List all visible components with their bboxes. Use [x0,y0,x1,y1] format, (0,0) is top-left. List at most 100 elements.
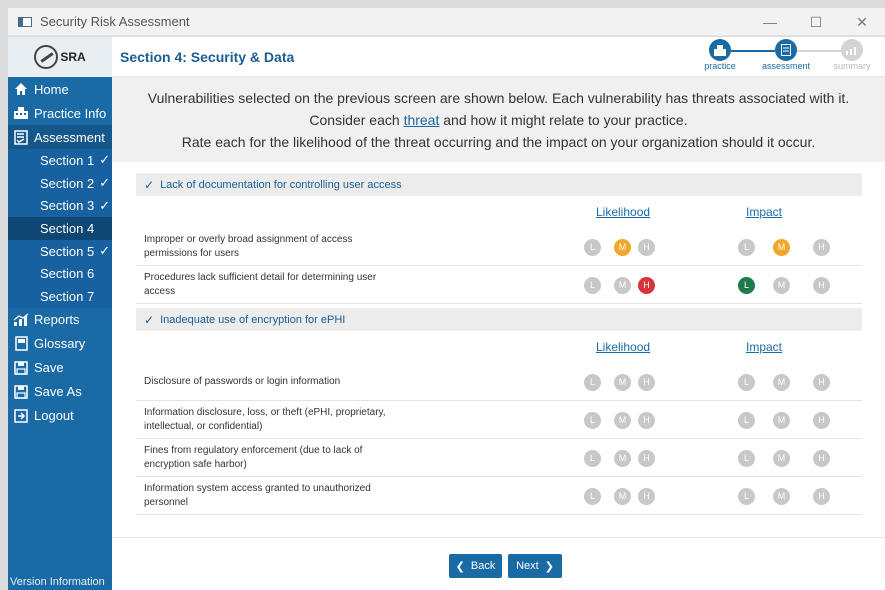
sidebar-item-label: Save As [34,384,82,400]
building-icon [13,105,29,121]
sidebar-item-home[interactable]: Home [8,77,112,101]
main-panel: Section 4: Security & Data practice asse… [112,37,885,590]
likelihood-medium-button[interactable]: M [614,276,631,294]
likelihood-medium-button[interactable]: M [614,411,631,429]
threat-description: Information system access granted to una… [144,483,371,508]
impact-high-button[interactable]: H [813,449,830,467]
sidebar-item-save[interactable]: Save [8,356,112,380]
check-icon: ✓ [144,312,155,327]
impact-high-button[interactable]: H [813,373,830,391]
likelihood-header[interactable]: Likelihood [596,340,650,354]
sidebar-item-logout[interactable]: Logout [8,404,112,428]
building-icon [709,39,731,61]
sidebar-item-reports[interactable]: Reports [8,308,112,332]
step-practice[interactable]: practice [687,39,775,71]
book-icon [13,336,29,352]
checklist-icon [775,39,797,61]
column-headers: Likelihood Impact [136,196,862,228]
vulnerability-header[interactable]: ✓ Lack of documentation for controlling u… [136,173,862,196]
impact-header[interactable]: Impact [746,340,782,354]
impact-high-button[interactable]: H [813,238,830,256]
impact-medium-button[interactable]: M [773,449,790,467]
likelihood-low-button[interactable]: L [584,487,601,505]
vulnerability-title: Inadequate use of encryption for ePHI [160,313,346,326]
footer-nav: ❮ Back Next ❯ [112,537,885,590]
impact-high-button[interactable]: H [813,276,830,294]
likelihood-medium-button[interactable]: M [614,449,631,467]
impact-medium-button[interactable]: M [773,276,790,294]
sidebar-section-6[interactable]: Section 6 [8,262,112,286]
progress-steps: practice assessment summary [687,39,885,71]
instructions: Vulnerabilities selected on the previous… [112,77,885,162]
check-icon: ✓ [99,175,111,191]
likelihood-high-button[interactable]: H [638,276,655,294]
threat-row: Improper or overly broad assignment of a… [136,228,862,266]
window-title: Security Risk Assessment [40,14,190,29]
threat-description: Information disclosure, loss, or theft (… [144,407,386,432]
next-button[interactable]: Next ❯ [508,554,562,578]
sidebar-item-label: Assessment [34,129,105,145]
likelihood-low-button[interactable]: L [584,449,601,467]
likelihood-high-button[interactable]: H [638,373,655,391]
sidebar-item-label: Practice Info [34,105,107,121]
likelihood-medium-button[interactable]: M [614,373,631,391]
impact-medium-button[interactable]: M [773,411,790,429]
sidebar-section-5[interactable]: Section 5 ✓ [8,239,112,263]
threat-description: Fines from regulatory enforcement (due t… [144,445,363,470]
likelihood-high-button[interactable]: H [638,238,655,256]
chart-icon [13,312,29,328]
likelihood-high-button[interactable]: H [638,487,655,505]
likelihood-high-button[interactable]: H [638,449,655,467]
vulnerability-header[interactable]: ✓ Inadequate use of encryption for ePHI [136,308,862,331]
impact-medium-button[interactable]: M [773,487,790,505]
save-icon [13,360,29,376]
chevron-right-icon: ❯ [544,560,554,573]
likelihood-low-button[interactable]: L [584,411,601,429]
step-assessment[interactable]: assessment [753,39,841,71]
sidebar-item-label: Glossary [34,336,86,352]
sidebar-section-3[interactable]: Section 3 ✓ [8,194,112,218]
minimize-button[interactable]: — [747,8,793,36]
likelihood-low-button[interactable]: L [584,238,601,256]
likelihood-high-button[interactable]: H [638,411,655,429]
impact-low-button[interactable]: L [738,373,755,391]
likelihood-header[interactable]: Likelihood [596,205,650,219]
sidebar-item-glossary[interactable]: Glossary [8,332,112,356]
sidebar-item-practice-info[interactable]: Practice Info [8,101,112,125]
impact-high-button[interactable]: H [813,411,830,429]
threat-row: Information system access granted to una… [136,477,862,515]
sidebar-section-4[interactable]: Section 4 [8,217,112,240]
step-summary[interactable]: summary [819,39,885,71]
check-icon: ✓ [99,152,111,168]
likelihood-low-button[interactable]: L [584,276,601,294]
logout-icon [13,408,29,424]
sidebar-item-save-as[interactable]: Save As [8,380,112,404]
likelihood-medium-button[interactable]: M [614,487,631,505]
impact-header[interactable]: Impact [746,205,782,219]
likelihood-medium-button[interactable]: M [614,238,631,256]
close-button[interactable]: ✕ [839,8,885,36]
impact-high-button[interactable]: H [813,487,830,505]
threat-link[interactable]: threat [404,112,440,128]
back-button[interactable]: ❮ Back [449,554,502,578]
sidebar-item-assessment[interactable]: Assessment [8,125,112,149]
impact-medium-button[interactable]: M [773,238,790,256]
impact-low-button[interactable]: L [738,449,755,467]
likelihood-low-button[interactable]: L [584,373,601,391]
threat-description: Improper or overly broad assignment of a… [144,234,353,259]
impact-low-button[interactable]: L [738,238,755,256]
impact-low-button[interactable]: L [738,487,755,505]
chevron-left-icon: ❮ [455,560,465,573]
column-headers: Likelihood Impact [136,331,862,363]
impact-low-button[interactable]: L [738,276,755,294]
sidebar-item-label: Save [34,360,64,376]
impact-low-button[interactable]: L [738,411,755,429]
maximize-button[interactable]: ☐ [793,8,839,36]
app-icon [18,16,32,27]
sidebar-section-1[interactable]: Section 1 ✓ [8,149,112,172]
version-information-link[interactable]: Version Information [8,570,112,590]
checklist-icon [13,129,29,145]
sidebar-section-2[interactable]: Section 2 ✓ [8,171,112,195]
impact-medium-button[interactable]: M [773,373,790,391]
sidebar-section-7[interactable]: Section 7 [8,285,112,308]
